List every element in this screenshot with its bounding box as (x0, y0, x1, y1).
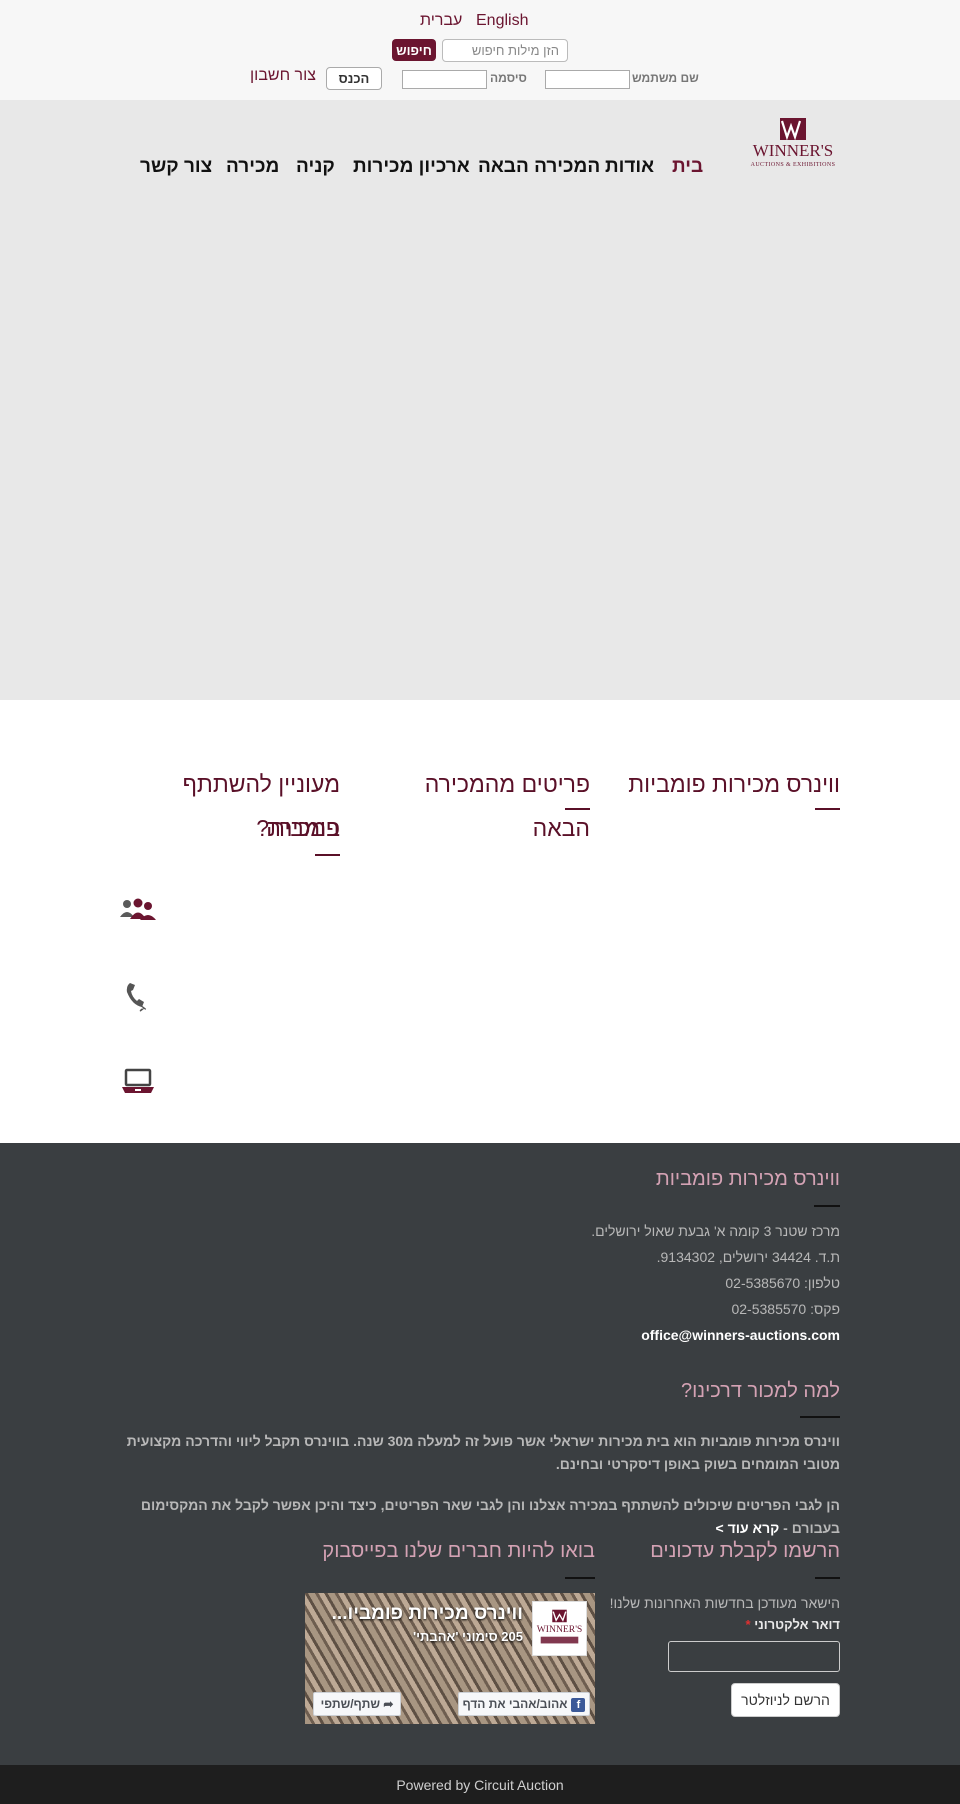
email-label: דואר אלקטרוני * (746, 1617, 840, 1632)
facebook-share-label: שתף/שתפי (320, 1697, 381, 1711)
items-title-rule (565, 808, 590, 810)
required-mark: * (745, 1617, 751, 1632)
about-title-rule (815, 808, 840, 810)
participate-title-line2: פומבית? (256, 815, 340, 841)
why-sell-paragraph: ווינרס מכירות פומביות הוא בית מכירות ישר… (126, 1433, 840, 1472)
next-auction-items-title: פריטים מהמכירה הבאה (424, 771, 590, 841)
language-english-link[interactable]: English (476, 12, 528, 30)
facebook-page-logo[interactable]: WINNER'S (532, 1601, 587, 1656)
nav-contact[interactable]: צור קשר (140, 156, 212, 178)
footer-address: מרכז שטנר 3 קומה א' גבעת שאול ירושלים. (591, 1223, 840, 1239)
nav-auction-archive[interactable]: ארכיון מכירות (353, 156, 470, 178)
facebook-title: בואו להיות חברים שלנו בפייסבוק (322, 1540, 595, 1562)
people-icon (118, 895, 158, 927)
powered-by-link[interactable]: Powered by Circuit Auction (0, 1777, 960, 1793)
facebook-page-widget[interactable]: WINNER'S ווינרס מכירות פומביו... 205 סימ… (305, 1593, 595, 1724)
language-hebrew-link[interactable]: עברית (420, 12, 462, 30)
facebook-like-button[interactable]: fאהוב/אהבי את הדף (458, 1692, 590, 1716)
footer-company-title: ווינרס מכירות פומביות (655, 1168, 840, 1190)
svg-text:WINNER'S: WINNER'S (537, 1624, 583, 1635)
footer-fax: פקס: 02-5385570 (731, 1301, 840, 1317)
password-label: סיסמה (490, 71, 527, 85)
nav-next-auction[interactable]: המכירה הבאה (478, 156, 600, 178)
phone-icon (118, 981, 158, 1013)
newsletter-title: הרשמו לקבלת עדכונים (650, 1540, 840, 1562)
bottom-bar: Powered by Circuit Auction (0, 1765, 960, 1804)
email-label-text: דואר אלקטרוני (754, 1617, 840, 1632)
footer-phone: טלפון: 02-5385670 (725, 1275, 840, 1291)
newsletter-email-input[interactable] (668, 1641, 840, 1672)
username-input[interactable] (545, 70, 630, 89)
facebook-share-button[interactable]: ➦ שתף/שתפי (313, 1692, 401, 1716)
svg-text:WINNER'S: WINNER'S (753, 141, 834, 160)
laptop-icon (118, 1066, 158, 1098)
read-more-link[interactable]: קרא עוד > (716, 1520, 780, 1536)
nav-sell[interactable]: מכירה (226, 156, 279, 178)
facebook-like-label: אהוב/אהבי את הדף (462, 1697, 568, 1711)
why-sell-rule (800, 1416, 840, 1418)
footer-po-box: ת.ד. 34424 ירושלים, 9134302. (656, 1249, 840, 1265)
svg-text:AUCTIONS & EXHIBITIONS: AUCTIONS & EXHIBITIONS (751, 162, 836, 168)
participate-title-rule (315, 854, 340, 856)
why-sell-title: למה למכור דרכינו? (680, 1380, 840, 1402)
nav-about[interactable]: אודות (605, 156, 654, 178)
footer-email-link[interactable]: office@winners-auctions.com (641, 1327, 840, 1343)
search-input[interactable] (442, 39, 568, 62)
footer-company-rule (814, 1205, 840, 1207)
subscribe-newsletter-button[interactable]: הרשם לניוזלטר (731, 1683, 840, 1717)
username-label: שם משתמש (632, 71, 699, 85)
hero-banner (0, 100, 960, 700)
facebook-page-name[interactable]: ווינרס מכירות פומביו... (332, 1603, 523, 1625)
login-button[interactable]: הכנס (326, 67, 382, 90)
nav-buy[interactable]: קניה (296, 156, 335, 178)
facebook-likes-count: 205 סימוני 'אהבתי' (413, 1629, 523, 1644)
create-account-link[interactable]: צור חשבון (250, 67, 316, 85)
winners-logo[interactable]: WINNER'S AUCTIONS & EXHIBITIONS (744, 118, 842, 170)
search-button[interactable]: חיפוש (392, 39, 436, 61)
facebook-icon: f (571, 1697, 586, 1712)
password-input[interactable] (402, 70, 487, 89)
top-utility-bar: English עברית חיפוש שם משתמש סיסמה הכנס … (0, 0, 960, 100)
nav-home[interactable]: בית (672, 156, 703, 178)
facebook-rule (565, 1577, 595, 1579)
newsletter-text: הישאר מעודכן בחדשות האחרונות שלנו! (609, 1595, 840, 1611)
about-winners-title: ווינרס מכירות פומביות (628, 771, 840, 797)
items-paragraph: הן לגבי הפריטים שיכולים להשתתף במכירה אצ… (120, 1494, 840, 1540)
newsletter-rule (815, 1577, 840, 1579)
share-arrow-icon: ➦ (380, 1697, 394, 1711)
